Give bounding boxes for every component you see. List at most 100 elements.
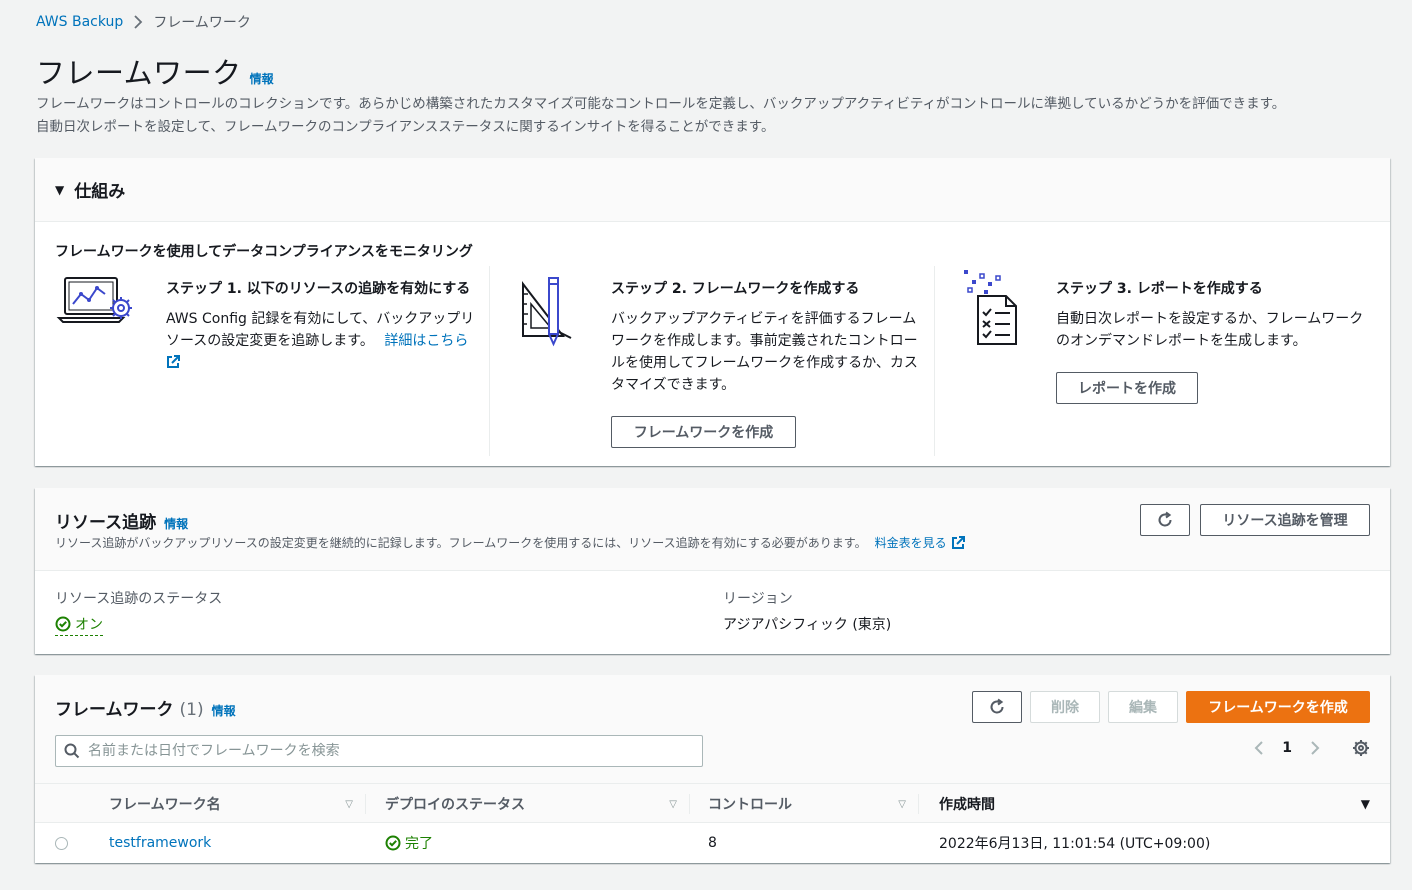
breadcrumb: AWS Backup フレームワーク <box>36 12 251 32</box>
step-1-text-line: ソースの設定変更を追跡します。 <box>166 333 374 349</box>
refresh-button[interactable] <box>1140 504 1190 536</box>
column-header-deploy-status[interactable]: デプロイのステータス ▽ <box>385 784 689 824</box>
table-header: フレームワーク名 ▽ デプロイのステータス ▽ コントロール ▽ 作成時間 ▼ <box>35 783 1390 823</box>
table-row[interactable]: testframework 完了 8 2022年6月13日, 11:01:54 … <box>35 823 1390 863</box>
how-it-works-panel: ▼ 仕組み フレームワークを使用してデータコンプライアンスをモニタリング ステッ… <box>35 158 1390 466</box>
frameworks-title-row: フレームワーク (1) 情報 <box>55 695 236 720</box>
frameworks-header: フレームワーク (1) 情報 削除 編集 フレームワークを作成 1 <box>35 675 1390 783</box>
resource-tracking-description-text: リソース追跡がバックアップリソースの設定変更を継続的に記録します。フレームワーク… <box>55 536 867 550</box>
resource-tracking-description: リソース追跡がバックアップリソースの設定変更を継続的に記録します。フレームワーク… <box>55 534 965 551</box>
delete-button[interactable]: 削除 <box>1030 691 1100 723</box>
create-framework-button[interactable]: フレームワークを作成 <box>1186 691 1370 723</box>
manage-resource-tracking-button[interactable]: リソース追跡を管理 <box>1200 504 1370 536</box>
column-header-created[interactable]: 作成時間 ▼ <box>939 784 1380 824</box>
framework-name-link[interactable]: testframework <box>109 835 211 851</box>
chevron-left-icon[interactable] <box>1254 740 1264 756</box>
how-it-works-title: 仕組み <box>74 182 126 202</box>
framework-name-cell: testframework <box>109 823 211 863</box>
ruler-pencil-icon <box>519 274 579 354</box>
chevron-right-icon <box>133 15 143 29</box>
edit-button[interactable]: 編集 <box>1108 691 1178 723</box>
tracking-status-label: リソース追跡のステータス <box>55 591 223 607</box>
page-header: フレームワーク 情報 <box>36 50 274 92</box>
column-header-label: 作成時間 <box>939 797 995 813</box>
how-it-works-subtitle: フレームワークを使用してデータコンプライアンスをモニタリング <box>55 244 473 260</box>
step-1-text-line: AWS Config 記録を有効にして、バックアップリ <box>166 311 475 327</box>
divider <box>918 794 919 814</box>
frameworks-panel: フレームワーク (1) 情報 削除 編集 フレームワークを作成 1 <box>35 675 1390 863</box>
step-3-text: 自動日次レポートを設定するか、フレームワーク のオンデマンドレポートを生成します… <box>1056 308 1376 352</box>
divider <box>489 266 490 456</box>
step-3-text-line: のオンデマンドレポートを生成します。 <box>1056 333 1307 349</box>
page-title: フレームワーク <box>36 56 242 90</box>
created-cell: 2022年6月13日, 11:01:54 (UTC+09:00) <box>939 836 1211 852</box>
step-1-title: ステップ 1. 以下のリソースの追跡を有効にする <box>166 281 471 297</box>
gear-icon[interactable] <box>1352 739 1370 757</box>
pricing-link[interactable]: 料金表を見る <box>875 534 947 551</box>
column-header-label: コントロール <box>708 797 792 813</box>
external-link-icon[interactable] <box>166 354 180 376</box>
frameworks-table: フレームワーク名 ▽ デプロイのステータス ▽ コントロール ▽ 作成時間 ▼ <box>35 783 1390 863</box>
learn-more-link[interactable]: 詳細はこちら <box>384 333 468 349</box>
column-header-label: デプロイのステータス <box>385 797 525 813</box>
how-it-works-toggle[interactable]: ▼ 仕組み <box>35 158 1390 222</box>
report-checklist-icon <box>962 268 1026 354</box>
resource-tracking-title: リソース追跡 <box>55 513 157 533</box>
sort-desc-icon: ▼ <box>1360 797 1370 811</box>
step-3: ステップ 3. レポートを作成する 自動日次レポートを設定するか、フレームワーク… <box>960 266 1380 456</box>
divider <box>689 794 690 814</box>
caret-down-icon: ▼ <box>55 182 65 197</box>
sort-icon: ▽ <box>669 798 677 810</box>
divider <box>365 794 366 814</box>
column-header-name[interactable]: フレームワーク名 ▽ <box>109 784 365 824</box>
search-input[interactable] <box>86 742 686 760</box>
step-2-text-line: タマイズできます。 <box>611 377 736 393</box>
deploy-status-text: 完了 <box>405 836 433 852</box>
chevron-right-icon[interactable] <box>1310 740 1320 756</box>
column-header-label: フレームワーク名 <box>109 797 221 813</box>
sort-icon: ▽ <box>345 798 353 810</box>
page-number[interactable]: 1 <box>1282 740 1292 756</box>
step-2-body: ステップ 2. フレームワークを作成する バックアップアクティビティを評価するフ… <box>611 278 931 448</box>
page-description-line: 自動日次レポートを設定して、フレームワークのコンプライアンスステータスに関するイ… <box>36 119 775 135</box>
deploy-status: 完了 <box>385 833 433 853</box>
step-2-text: バックアップアクティビティを評価するフレーム ワークを作成します。事前定義された… <box>611 308 931 396</box>
frameworks-actions: 削除 編集 フレームワークを作成 <box>972 691 1370 723</box>
step-2-title: ステップ 2. フレームワークを作成する <box>611 281 860 297</box>
refresh-icon <box>1158 511 1172 527</box>
monitor-chart-gear-icon <box>55 274 135 334</box>
tracking-status-value-row: オン <box>55 614 222 636</box>
sort-icon: ▽ <box>898 798 906 810</box>
info-link[interactable]: 情報 <box>250 70 274 87</box>
info-link[interactable]: 情報 <box>212 702 236 719</box>
info-link[interactable]: 情報 <box>164 515 188 532</box>
step-2-text-line: ルを使用してフレームワークを作成するか、カス <box>611 355 918 371</box>
tracking-status-field: リソース追跡のステータス オン <box>55 588 222 636</box>
step-2-text-line: ワークを作成します。事前定義されたコントロー <box>611 333 918 349</box>
external-link-icon[interactable] <box>951 535 965 550</box>
divider <box>934 266 935 456</box>
column-header-controls[interactable]: コントロール ▽ <box>708 784 918 824</box>
controls-cell: 8 <box>708 835 717 851</box>
check-circle-icon <box>55 616 71 632</box>
row-radio[interactable] <box>55 836 68 850</box>
step-2-text-line: バックアップアクティビティを評価するフレーム <box>611 311 917 327</box>
page: AWS Backup フレームワーク フレームワーク 情報 フレームワークはコン… <box>0 0 1412 890</box>
create-framework-step-button[interactable]: フレームワークを作成 <box>611 416 796 448</box>
step-1: ステップ 1. 以下のリソースの追跡を有効にする AWS Config 記録を有… <box>55 266 485 456</box>
step-1-body: ステップ 1. 以下のリソースの追跡を有効にする AWS Config 記録を有… <box>166 278 476 376</box>
refresh-button[interactable] <box>972 691 1022 723</box>
search-box <box>55 735 703 767</box>
check-circle-icon <box>385 835 401 851</box>
deploy-status-cell: 完了 <box>385 823 433 863</box>
frameworks-title: フレームワーク <box>55 700 174 720</box>
region-label: リージョン <box>723 591 793 607</box>
create-report-button[interactable]: レポートを作成 <box>1056 372 1198 404</box>
tracking-status-text: オン <box>75 617 103 633</box>
refresh-icon <box>990 698 1004 714</box>
tracking-status-value[interactable]: オン <box>55 614 103 636</box>
search-icon <box>64 743 80 759</box>
breadcrumb-aws-backup[interactable]: AWS Backup <box>36 14 123 30</box>
frameworks-count: (1) <box>179 700 204 720</box>
region-field: リージョン アジアパシフィック (東京) <box>723 588 891 634</box>
